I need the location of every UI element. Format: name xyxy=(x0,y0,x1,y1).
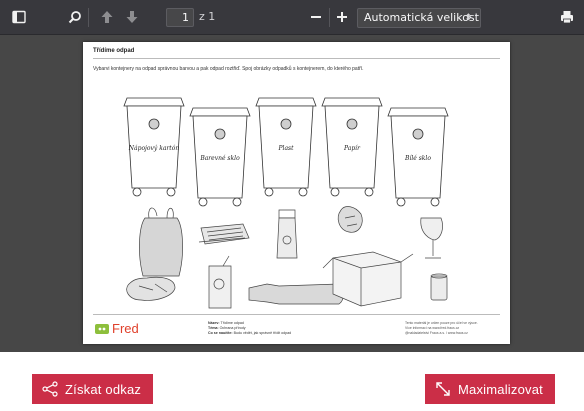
arrow-down-icon xyxy=(126,11,138,23)
toolbar-separator xyxy=(329,8,330,27)
page-number-input[interactable]: 1 xyxy=(166,8,194,27)
search-icon xyxy=(68,11,81,24)
sidebar-toggle-button[interactable] xyxy=(8,6,30,28)
meta-label: Co se naučíte: xyxy=(208,331,233,335)
tin-can-drawing xyxy=(430,273,448,301)
meta-value: Budu vědět, jak správně třídit odpad xyxy=(233,331,292,335)
worksheet-credit: Tento materiál je určen pouze pro účel v… xyxy=(405,321,500,336)
recycling-bin-drawing: Nápojový kartón xyxy=(123,97,185,197)
credit-line: @nakladatelstvi Fraus a.s. / www.fraus.c… xyxy=(405,331,468,335)
print-icon xyxy=(561,11,573,24)
expand-icon xyxy=(436,382,450,396)
arrow-up-icon xyxy=(101,11,113,23)
pdf-toolbar: 1 z 1 Automatická velikost ⬍ xyxy=(0,0,584,35)
zoom-out-button[interactable] xyxy=(305,6,327,28)
recycling-bin-drawing: Bílé sklo xyxy=(387,107,449,207)
print-button[interactable] xyxy=(556,6,578,28)
meta-label: Název: xyxy=(208,321,220,325)
juice-box-drawing xyxy=(208,255,232,309)
meta-value: Třídíme odpad xyxy=(220,321,244,325)
logo-text: Fred xyxy=(112,321,139,336)
worksheet-illustration: Nápojový kartón Barevné sklo Plast Papír Bíl… xyxy=(123,97,449,309)
action-bar: Získat odkaz Maximalizovat xyxy=(0,352,584,411)
meta-label: Téma: xyxy=(208,326,219,330)
bin-label: Plast xyxy=(277,145,294,152)
recycling-bin-drawing: Plast xyxy=(255,97,317,197)
pdf-viewer: 1 z 1 Automatická velikost ⬍ Třídíme odp… xyxy=(0,0,584,352)
wine-glass-drawing xyxy=(420,217,443,259)
bin-label: Bílé sklo xyxy=(404,155,431,162)
divider xyxy=(93,314,500,315)
milk-carton-drawing xyxy=(276,209,298,259)
worksheet-meta: Název: Třídíme odpad Téma: Ochrana příro… xyxy=(208,321,291,336)
newspaper-drawing xyxy=(198,223,250,245)
get-link-button[interactable]: Získat odkaz xyxy=(32,374,154,404)
page-count: z 1 xyxy=(199,10,216,23)
fred-logo: Fred xyxy=(95,321,139,336)
glass-bottle-drawing xyxy=(248,283,344,305)
bin-label: Nápojový kartón xyxy=(128,145,180,152)
worksheet-title: Třídíme odpad xyxy=(93,48,135,54)
crumpled-plastic-drawing xyxy=(126,276,176,301)
find-button[interactable] xyxy=(64,6,86,28)
get-link-label: Získat odkaz xyxy=(65,381,142,397)
next-page-button[interactable] xyxy=(121,6,143,28)
recycling-bin-drawing: Barevné sklo xyxy=(189,107,251,207)
maximize-button[interactable]: Maximalizovat xyxy=(425,374,555,404)
bin-label: Barevné sklo xyxy=(199,155,240,162)
bin-label: Papír xyxy=(343,145,361,152)
previous-page-button[interactable] xyxy=(96,6,118,28)
chevron-updown-icon: ⬍ xyxy=(464,13,472,23)
plastic-bag-drawing xyxy=(139,207,183,277)
maximize-label: Maximalizovat xyxy=(458,381,543,397)
foil-ball-drawing xyxy=(337,206,363,233)
zoom-out-icon xyxy=(311,16,321,18)
sidebar-toggle-icon xyxy=(12,10,26,24)
zoom-in-icon xyxy=(337,12,347,22)
toolbar-separator xyxy=(88,8,89,27)
zoom-select-value: Automatická velikost xyxy=(364,11,479,24)
zoom-in-button[interactable] xyxy=(331,6,353,28)
meta-value: Ochrana přírody xyxy=(219,326,246,330)
fred-logo-icon xyxy=(95,323,109,334)
pdf-page: Třídíme odpad Vybarvi kontejnery na odpa… xyxy=(83,42,510,344)
divider xyxy=(93,58,500,59)
share-icon xyxy=(42,381,58,397)
worksheet-instruction: Vybarvi kontejnery na odpad správnou bar… xyxy=(93,66,364,72)
recycling-bin-drawing: Papír xyxy=(321,97,383,197)
zoom-select[interactable]: Automatická velikost ⬍ xyxy=(357,8,481,28)
